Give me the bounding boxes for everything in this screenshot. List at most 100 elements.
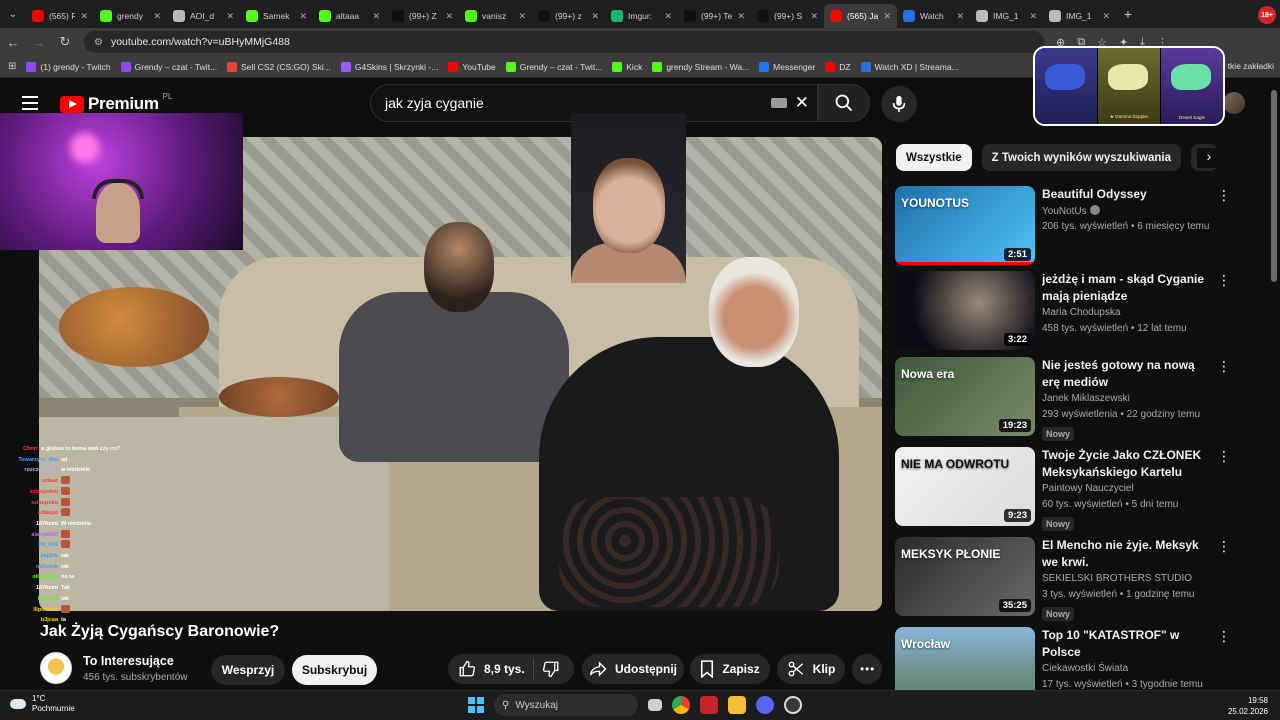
- address-bar[interactable]: ⚙ youtube.com/watch?v=uBHyMMjG488: [84, 31, 1044, 53]
- tab-close-icon[interactable]: ✕: [591, 11, 599, 22]
- browser-tab[interactable]: (565) Ja ✕: [824, 4, 897, 28]
- tab-close-icon[interactable]: ✕: [518, 11, 526, 22]
- recommended-channel[interactable]: Maria Chodupska: [1042, 307, 1120, 318]
- more-actions-button[interactable]: ⋯: [852, 654, 882, 684]
- bookmark-item[interactable]: grendy Stream - Wa...: [652, 61, 749, 72]
- bookmark-item[interactable]: G4Skins | Skrzynki -...: [340, 61, 438, 72]
- discord-icon[interactable]: [756, 696, 774, 714]
- recommended-video[interactable]: Nowa era 19:23 Nie jesteś gotowy na nową e…: [895, 357, 1235, 441]
- browser-tab[interactable]: AOI_d ✕: [167, 4, 240, 28]
- channel-name[interactable]: To Interesujące: [83, 654, 174, 668]
- recommended-channel[interactable]: Janek Miklaszewski: [1042, 393, 1130, 404]
- more-vertical-icon[interactable]: ⋮: [1217, 449, 1231, 463]
- clip-button[interactable]: Klip: [777, 654, 845, 684]
- tab-close-icon[interactable]: ✕: [299, 11, 307, 22]
- chips-next-chevron-icon[interactable]: ›: [1197, 148, 1221, 168]
- bookmark-item[interactable]: Grendy – czat - Twit...: [120, 61, 217, 72]
- bookmark-item[interactable]: Messenger: [759, 61, 815, 72]
- video-thumbnail[interactable]: MEKSYK PŁONIE 35:25: [895, 537, 1035, 616]
- more-vertical-icon[interactable]: ⋮: [1217, 629, 1231, 643]
- tab-close-icon[interactable]: ✕: [664, 11, 672, 22]
- bookmark-item[interactable]: (1) grendy - Twitch: [26, 61, 111, 72]
- recommended-video[interactable]: 3:22 jeżdżę i mam - skąd Cyganie mają pie…: [895, 271, 1235, 351]
- browser-tab[interactable]: grendy ✕: [94, 4, 167, 28]
- tab-close-icon[interactable]: ✕: [153, 11, 161, 22]
- recommended-title[interactable]: Nie jesteś gotowy na nową erę mediów spo…: [1042, 357, 1214, 391]
- tab-search-chevron-icon[interactable]: ⌄: [0, 0, 26, 28]
- like-count[interactable]: 8,9 tys.: [484, 662, 525, 676]
- tab-close-icon[interactable]: ✕: [80, 11, 88, 22]
- file-explorer-icon[interactable]: [728, 696, 746, 714]
- bookmark-item[interactable]: Watch XD | Streama...: [860, 61, 959, 72]
- weather-widget[interactable]: 1°C Pochmurnie: [10, 694, 75, 714]
- more-vertical-icon[interactable]: ⋮: [1217, 539, 1231, 553]
- browser-tab[interactable]: Imgur: ✕: [605, 4, 678, 28]
- filter-chip[interactable]: Z Twoich wyników wyszukiwania: [981, 144, 1181, 171]
- recommended-channel[interactable]: Paintowy Nauczyciel: [1042, 483, 1134, 494]
- tab-close-icon[interactable]: ✕: [883, 11, 891, 22]
- task-view-icon[interactable]: [648, 699, 662, 711]
- tab-close-icon[interactable]: ✕: [737, 11, 745, 22]
- account-avatar[interactable]: [1223, 92, 1245, 114]
- recommended-title[interactable]: El Mencho nie żyje. Meksyk we krwi.: [1042, 537, 1214, 570]
- browser-tab[interactable]: (99+) Te ✕: [678, 4, 751, 28]
- site-info-icon[interactable]: ⚙: [94, 37, 103, 48]
- back-icon[interactable]: ←: [0, 35, 26, 50]
- recommended-channel[interactable]: Ciekawostki Świata: [1042, 663, 1128, 674]
- bookmark-item[interactable]: Kick: [612, 61, 642, 72]
- search-button[interactable]: [818, 84, 870, 122]
- dislike-icon[interactable]: [542, 660, 560, 678]
- obs-icon[interactable]: [784, 696, 802, 714]
- share-button[interactable]: Udostępnij: [582, 654, 684, 684]
- guide-menu-icon[interactable]: [22, 96, 38, 110]
- app-a-icon[interactable]: [700, 696, 718, 714]
- clear-search-icon[interactable]: ✕: [795, 93, 809, 113]
- more-vertical-icon[interactable]: ⋮: [1217, 188, 1231, 202]
- browser-tab[interactable]: (99+) S ✕: [751, 4, 824, 28]
- video-thumbnail[interactable]: YOUNOTUS 2:51: [895, 186, 1035, 265]
- browser-tab[interactable]: (99+) Z ✕: [386, 4, 459, 28]
- recommended-title[interactable]: Top 10 "KATASTROF" w Polsce: [1042, 627, 1214, 660]
- recommended-video[interactable]: NIE MA ODWROTU 9:23 Twoje Życie Jako CZŁON…: [895, 447, 1235, 531]
- browser-tab[interactable]: vanisz ✕: [459, 4, 532, 28]
- chrome-icon[interactable]: [672, 696, 690, 714]
- new-tab-button[interactable]: +: [1116, 6, 1140, 22]
- browser-tab[interactable]: altaaa ✕: [313, 4, 386, 28]
- other-bookmarks[interactable]: tkie zakładki: [1228, 61, 1274, 71]
- keyboard-icon[interactable]: [771, 98, 787, 108]
- browser-tab[interactable]: IMG_1 ✕: [1043, 4, 1116, 28]
- recommended-title[interactable]: Twoje Życie Jako CZŁONEK Meksykańskiego …: [1042, 447, 1214, 481]
- tab-close-icon[interactable]: ✕: [1029, 11, 1037, 22]
- video-thumbnail[interactable]: 3:22: [895, 271, 1035, 350]
- bookmark-item[interactable]: Sell CS2 (CS:GO) Ski...: [227, 61, 331, 72]
- tab-close-icon[interactable]: ✕: [810, 11, 818, 22]
- taskbar-search[interactable]: ⚲ Wyszukaj: [494, 694, 638, 716]
- windows-start-icon[interactable]: [468, 697, 484, 713]
- browser-tab[interactable]: (565) R ✕: [26, 4, 94, 28]
- browser-tab[interactable]: (99+) z ✕: [532, 4, 605, 28]
- voice-search-button[interactable]: [881, 86, 917, 122]
- bookmark-item[interactable]: YouTube: [448, 61, 496, 72]
- recommended-channel[interactable]: SEKIELSKI BROTHERS STUDIO: [1042, 573, 1192, 584]
- page-scrollbar[interactable]: [1271, 90, 1277, 282]
- channel-avatar[interactable]: [40, 652, 72, 684]
- system-clock[interactable]: 19:58 25.02.2026: [1228, 695, 1268, 717]
- recommended-title[interactable]: jeżdżę i mam - skąd Cyganie mają pieniąd…: [1042, 271, 1214, 304]
- like-icon[interactable]: [458, 660, 476, 678]
- recommended-video[interactable]: YOUNOTUS 2:51 Beautiful Odyssey YouNotUs 206…: [895, 186, 1235, 266]
- save-button[interactable]: Zapisz: [690, 654, 770, 684]
- more-vertical-icon[interactable]: ⋮: [1217, 273, 1231, 287]
- tab-close-icon[interactable]: ✕: [445, 11, 453, 22]
- subscribe-button[interactable]: Subskrybuj: [292, 655, 377, 685]
- support-button[interactable]: Wesprzyj: [211, 655, 285, 685]
- tab-close-icon[interactable]: ✕: [372, 11, 380, 22]
- profile-badge[interactable]: 18+: [1258, 6, 1276, 24]
- bookmark-item[interactable]: DZ: [825, 61, 851, 72]
- browser-tab[interactable]: Watch ✕: [897, 4, 970, 28]
- recommended-title[interactable]: Beautiful Odyssey: [1042, 186, 1214, 203]
- reload-icon[interactable]: ↻: [52, 34, 78, 50]
- bookmark-item[interactable]: Grendy – czat - Twit...: [505, 61, 602, 72]
- video-thumbnail[interactable]: NIE MA ODWROTU 9:23: [895, 447, 1035, 526]
- video-thumbnail[interactable]: Nowa era 19:23: [895, 357, 1035, 436]
- recommended-channel[interactable]: YouNotUs: [1042, 205, 1100, 217]
